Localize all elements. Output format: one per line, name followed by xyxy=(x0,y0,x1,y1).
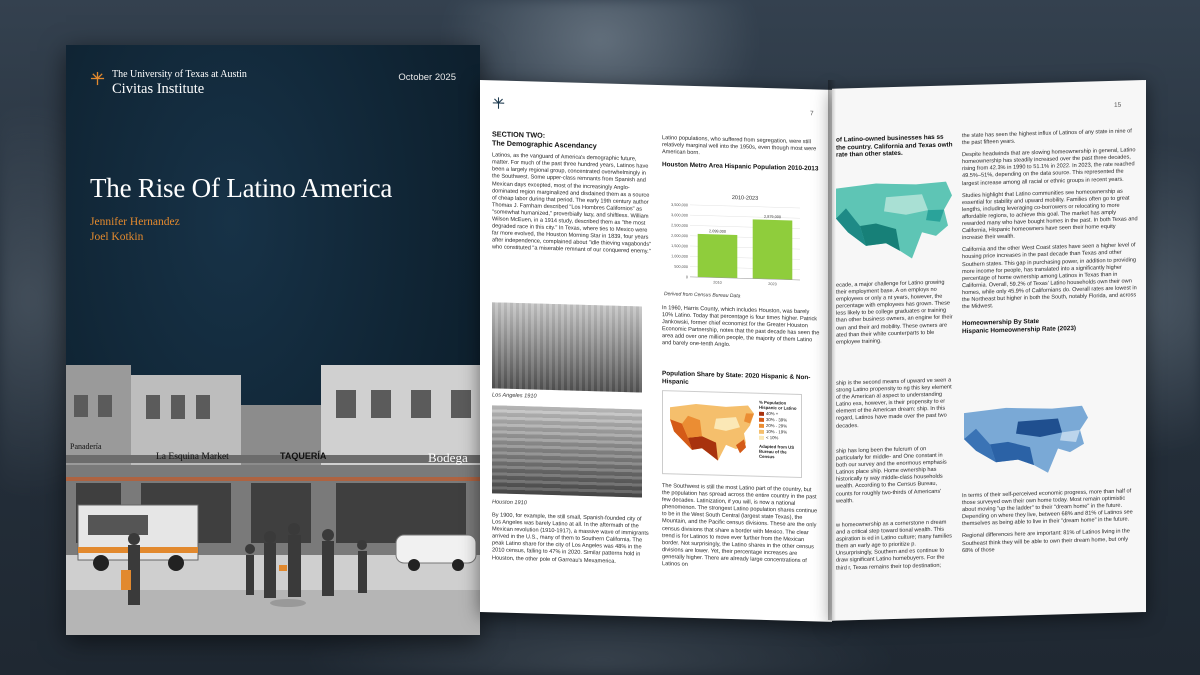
report-cover: The University of Texas at Austin Civita… xyxy=(66,45,480,635)
y-tick-label: 2,000,000 xyxy=(671,234,688,238)
col2-paragraph-4: California and the other West Coast stat… xyxy=(962,242,1137,311)
map-legend-item: < 10% xyxy=(759,435,801,441)
university-name: The University of Texas at Austin xyxy=(112,69,247,80)
report-page-7: 7 SECTION TWO: The Demographic Ascendanc… xyxy=(480,80,832,622)
institute-logo: The University of Texas at Austin Civita… xyxy=(90,69,247,97)
y-tick-label: 500,000 xyxy=(674,265,688,269)
homeownership-by-state-map xyxy=(964,405,1088,473)
col1-paragraph-2: ship is the second means of upward ve se… xyxy=(836,377,952,430)
chart-source: Derived from Census Bureau Data xyxy=(664,291,741,300)
photo-houston-1910 xyxy=(492,405,642,498)
chart-title: 2010-2023 xyxy=(732,195,758,202)
page-gutter-shadow xyxy=(828,80,836,620)
caption-houston: Houston 1910 xyxy=(492,499,527,507)
y-tick-label: 1,000,000 xyxy=(671,254,688,258)
col2-mid-paragraph: In 1960, Harris County, which includes H… xyxy=(662,305,820,349)
y-tick-label: 3,000,000 xyxy=(671,213,688,217)
bar xyxy=(697,233,738,279)
page-number: 15 xyxy=(1114,101,1122,109)
map-note: Adapted from US Bureau of the Census xyxy=(759,443,795,460)
sign-panaderia: Panadería xyxy=(70,442,102,451)
latino-business-growth-map xyxy=(836,181,952,259)
col1-paragraph-3: ship has long been the fulcrum of on par… xyxy=(836,446,947,505)
hispanic-share-map-figure: % Population Hispanic or Latino 40% +30%… xyxy=(662,390,802,478)
chart-heading: Houston Metro Area Hispanic Population 2… xyxy=(662,161,819,173)
legend-swatch xyxy=(759,411,764,416)
col1-paragraph-1: ecade, a major challenge for Latino grow… xyxy=(836,279,953,346)
sign-bodega: Bodega xyxy=(428,450,468,465)
sign-la-esquina-market: La Esquina Market xyxy=(156,452,229,462)
map-legend-title: % Population Hispanic or Latino xyxy=(759,399,797,411)
photo-los-angeles-1910 xyxy=(492,302,642,393)
col2-paragraph-5: In terms of their self-perceived economi… xyxy=(962,488,1133,528)
street-scene-illustration xyxy=(66,365,480,635)
map-legend: % Population Hispanic or Latino 40% +30%… xyxy=(759,400,801,460)
y-tick-label: 1,500,000 xyxy=(671,244,688,248)
cover-title: The Rise Of Latino America xyxy=(90,173,393,203)
author-1: Jennifer Hernandez xyxy=(90,216,180,228)
institute-name: Civitas Institute xyxy=(112,81,205,97)
legend-label: 30% - 39% xyxy=(766,416,788,423)
y-tick-label: 0 xyxy=(686,275,688,279)
legend-label: 10% - 19% xyxy=(766,428,788,435)
gridline xyxy=(690,204,800,209)
bar xyxy=(752,219,793,280)
author-2: Joel Kotkin xyxy=(90,231,144,243)
legend-label: < 10% xyxy=(766,434,779,441)
col1-paragraph-4: w homeownership as a cornerstone n dream… xyxy=(836,519,952,572)
houston-population-bar-chart: 2010-2023 0 500,000 1,000,000 1,500,000 2,000… xyxy=(671,195,800,286)
legend-swatch xyxy=(759,417,764,422)
y-tick-label: 3,500,000 xyxy=(671,203,688,207)
cover-date: October 2025 xyxy=(398,72,456,83)
map-heading: Population Share by State: 2020 Hispanic… xyxy=(662,370,811,386)
col1-heading: of Latino-owned businesses has ss the co… xyxy=(836,133,953,159)
legend-label: 40% + xyxy=(766,410,779,417)
col2-bottom-paragraph: The Southwest is still the most Latino p… xyxy=(662,483,818,568)
sign-taqueria: TAQUERÍA xyxy=(280,451,327,461)
caption-los-angeles: Los Angeles 1910 xyxy=(492,392,537,400)
sunburst-icon xyxy=(90,71,105,86)
bar-value-label: 2,099,000 xyxy=(709,229,726,233)
y-tick-label: 2,500,000 xyxy=(671,223,688,227)
x-tick-label: 2023 xyxy=(768,282,776,286)
bar-value-label: 2,879,000 xyxy=(764,215,781,219)
col2-paragraph-6: Regional differences here are important:… xyxy=(962,528,1130,554)
report-page-15: 15 of Latino-owned businesses has ss the… xyxy=(832,80,1146,621)
legend-label: 20% - 29% xyxy=(766,422,788,429)
col2-paragraph-1: the state has seen the highest influx of… xyxy=(962,128,1132,147)
x-tick-label: 2010 xyxy=(713,281,721,285)
intro-paragraph: Latinos, as the vanguard of America's de… xyxy=(492,152,652,256)
legend-swatch xyxy=(759,435,764,440)
sunburst-icon xyxy=(492,97,505,109)
page-number: 7 xyxy=(810,110,814,118)
col2-paragraph-2: Despite headwinds that are slowing homeo… xyxy=(962,147,1136,187)
col2-paragraph-3: Studies highlight that Latino communitie… xyxy=(962,188,1138,242)
gridline xyxy=(690,214,800,219)
col2-top-paragraph: Latino populations, who suffered from se… xyxy=(662,135,817,157)
legend-swatch xyxy=(759,423,764,428)
col1-bottom-paragraph: By 1900, for example, the still small, S… xyxy=(492,512,649,565)
us-hispanic-share-map xyxy=(670,404,754,461)
legend-swatch xyxy=(759,429,764,434)
